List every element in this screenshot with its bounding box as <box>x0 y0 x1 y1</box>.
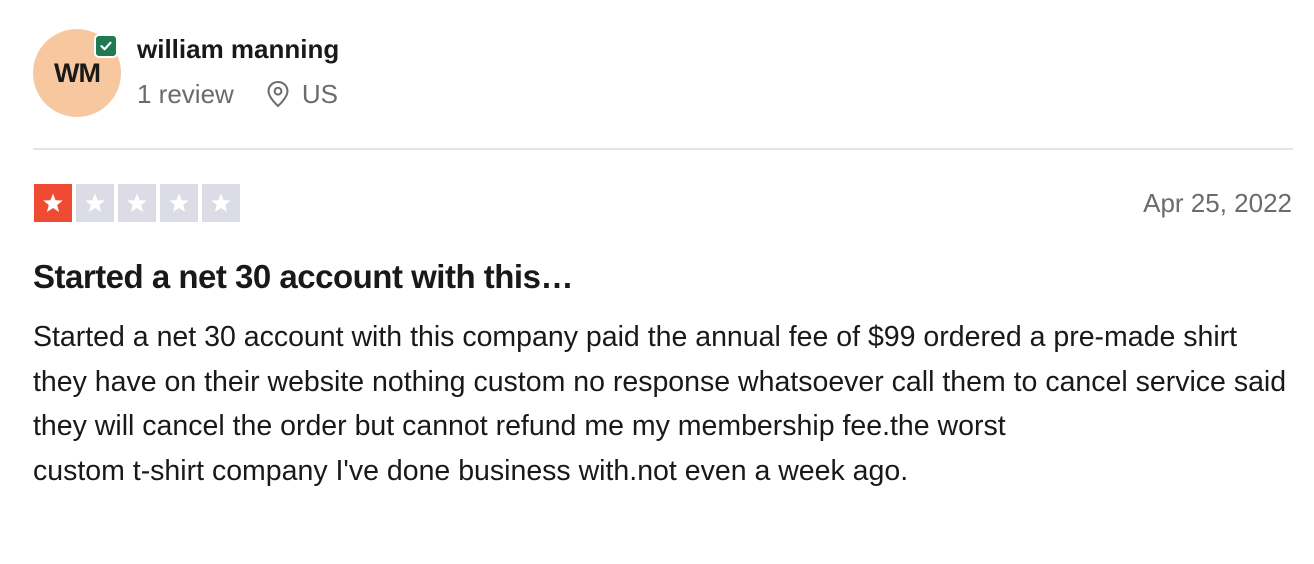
review-date: Apr 25, 2022 <box>1143 188 1292 218</box>
star-icon <box>85 193 105 212</box>
star-icon <box>43 193 63 212</box>
reviewer-name[interactable]: william manning <box>137 33 339 65</box>
reviewer-meta: 1 review US <box>137 77 338 111</box>
review-body-paragraph: custom t-shirt company I've done busines… <box>33 454 909 487</box>
star-4 <box>160 184 198 222</box>
star-1 <box>34 184 72 222</box>
review-count: 1 review <box>137 78 234 109</box>
star-icon <box>169 193 189 212</box>
review-body-paragraph: Started a net 30 account with this compa… <box>33 321 1287 443</box>
star-icon <box>211 193 231 212</box>
review-body: Started a net 30 account with this compa… <box>33 315 1295 493</box>
star-3 <box>118 184 156 222</box>
review-card: WM william manning 1 review US Apr 25, 2… <box>0 0 1314 564</box>
reviewer-location: US <box>301 78 338 109</box>
star-2 <box>76 184 114 222</box>
location-pin-icon <box>266 80 290 108</box>
avatar-initials: WM <box>54 57 101 88</box>
verified-badge-icon <box>94 34 118 58</box>
review-title[interactable]: Started a net 30 account with this… <box>33 256 573 298</box>
star-5 <box>202 184 240 222</box>
divider <box>33 148 1293 150</box>
star-icon <box>127 193 147 212</box>
star-rating <box>34 184 240 222</box>
